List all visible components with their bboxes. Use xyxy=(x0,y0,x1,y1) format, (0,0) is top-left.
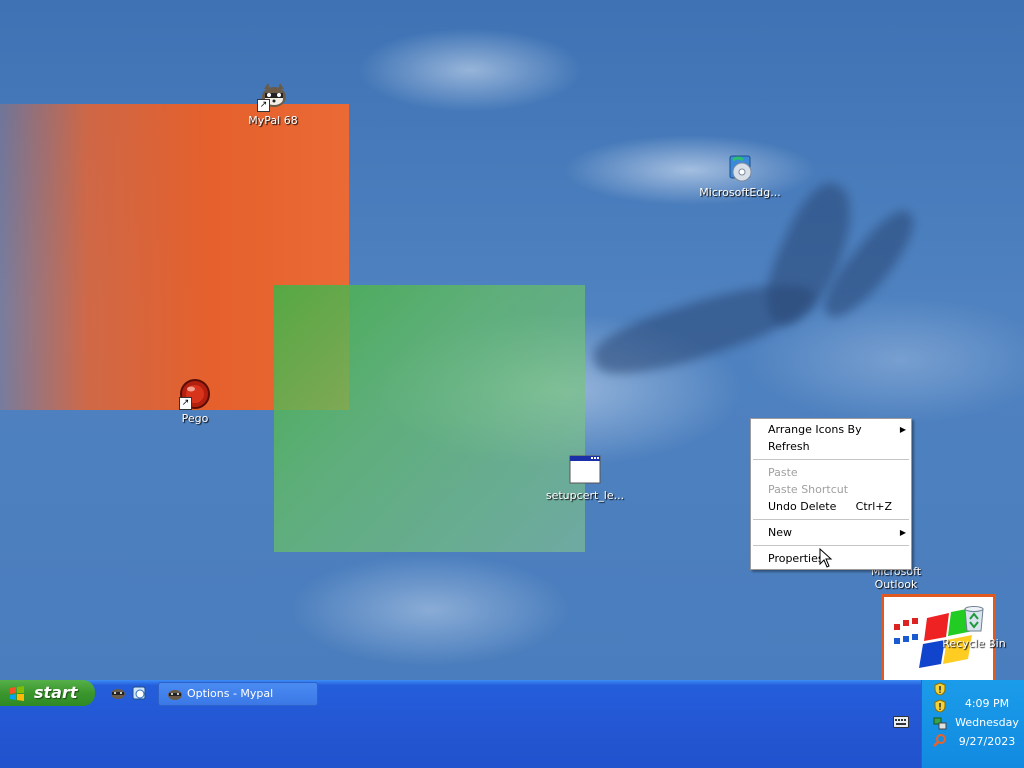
system-tray: 4:09 PM Wednesday 9/27/2023 xyxy=(921,680,1024,768)
edge-icon[interactable] xyxy=(131,685,147,701)
security-shield-icon[interactable] xyxy=(933,699,947,713)
shortcut-arrow-icon: ↗ xyxy=(179,397,192,410)
taskbar-button-options-mypal[interactable]: Options - Mypal xyxy=(158,682,318,706)
desktop-icon-label: MicrosoftEdg... xyxy=(699,186,781,199)
clock-day: Wednesday xyxy=(955,716,1019,729)
taskbar: start Options - Mypal 4:09 PM Wednesday … xyxy=(0,680,1024,768)
desktop-icon-label: Recycle Bin xyxy=(942,637,1006,650)
search-icon[interactable] xyxy=(933,733,947,747)
green-overlay xyxy=(274,285,585,552)
start-button[interactable]: start xyxy=(0,680,95,706)
window-icon xyxy=(569,455,601,487)
desktop-icon-label: setupcert_le... xyxy=(545,489,625,502)
menu-item-paste-shortcut: Paste Shortcut xyxy=(751,481,911,498)
desktop-icon-mypal[interactable]: ↗ MyPal 68 xyxy=(228,80,318,127)
menu-separator xyxy=(753,545,909,546)
submenu-arrow-icon: ▶ xyxy=(899,425,906,434)
submenu-arrow-icon: ▶ xyxy=(899,528,906,537)
desktop-icon-label: Pego xyxy=(181,412,209,425)
desktop[interactable]: ↗ MyPal 68 MicrosoftEdg... ↗ Pego setupc… xyxy=(0,0,1024,680)
desktop-icon-pego[interactable]: ↗ Pego xyxy=(150,378,240,425)
menu-item-new[interactable]: New ▶ xyxy=(751,524,911,541)
keyboard-icon[interactable] xyxy=(893,716,909,728)
clock-time[interactable]: 4:09 PM xyxy=(950,697,1024,710)
menu-item-undo-delete[interactable]: Undo Delete Ctrl+Z xyxy=(751,498,911,515)
network-icon[interactable] xyxy=(933,716,947,730)
menu-separator xyxy=(753,519,909,520)
menu-item-label: Undo Delete xyxy=(768,500,837,513)
menu-item-refresh[interactable]: Refresh xyxy=(751,438,911,455)
raccoon-icon: ↗ xyxy=(257,80,289,112)
menu-item-label: New xyxy=(768,526,792,539)
recycle-bin-icon xyxy=(958,603,990,635)
security-shield-icon[interactable] xyxy=(933,682,947,696)
menu-item-label: Properties xyxy=(768,552,824,565)
taskbar-button-label: Options - Mypal xyxy=(187,687,274,700)
desktop-icon-edge-installer[interactable]: MicrosoftEdg... xyxy=(695,152,785,199)
desktop-icon-setupcert[interactable]: setupcert_le... xyxy=(540,455,630,502)
menu-separator xyxy=(753,459,909,460)
desktop-icon-recycle-bin[interactable]: Recycle Bin xyxy=(929,603,1019,650)
windows-flag-icon xyxy=(10,686,24,701)
red-ball-icon: ↗ xyxy=(179,378,211,410)
mypal-icon xyxy=(168,690,182,700)
menu-item-shortcut: Ctrl+Z xyxy=(855,500,892,513)
start-label: start xyxy=(34,683,78,702)
menu-item-label: Paste xyxy=(768,466,798,479)
menu-item-arrange-icons-by[interactable]: Arrange Icons By ▶ xyxy=(751,421,911,438)
menu-item-label: Paste Shortcut xyxy=(768,483,849,496)
desktop-icon-label: MyPal 68 xyxy=(248,114,298,127)
menu-item-paste: Paste xyxy=(751,464,911,481)
shortcut-arrow-icon: ↗ xyxy=(257,99,270,112)
menu-item-label: Arrange Icons By xyxy=(768,423,862,436)
clock-date: 9/27/2023 xyxy=(958,735,1016,748)
menu-item-label: Refresh xyxy=(768,440,810,453)
edge-installer-icon xyxy=(724,152,756,184)
mypal-icon[interactable] xyxy=(110,685,126,701)
mouse-cursor-icon xyxy=(819,548,833,568)
